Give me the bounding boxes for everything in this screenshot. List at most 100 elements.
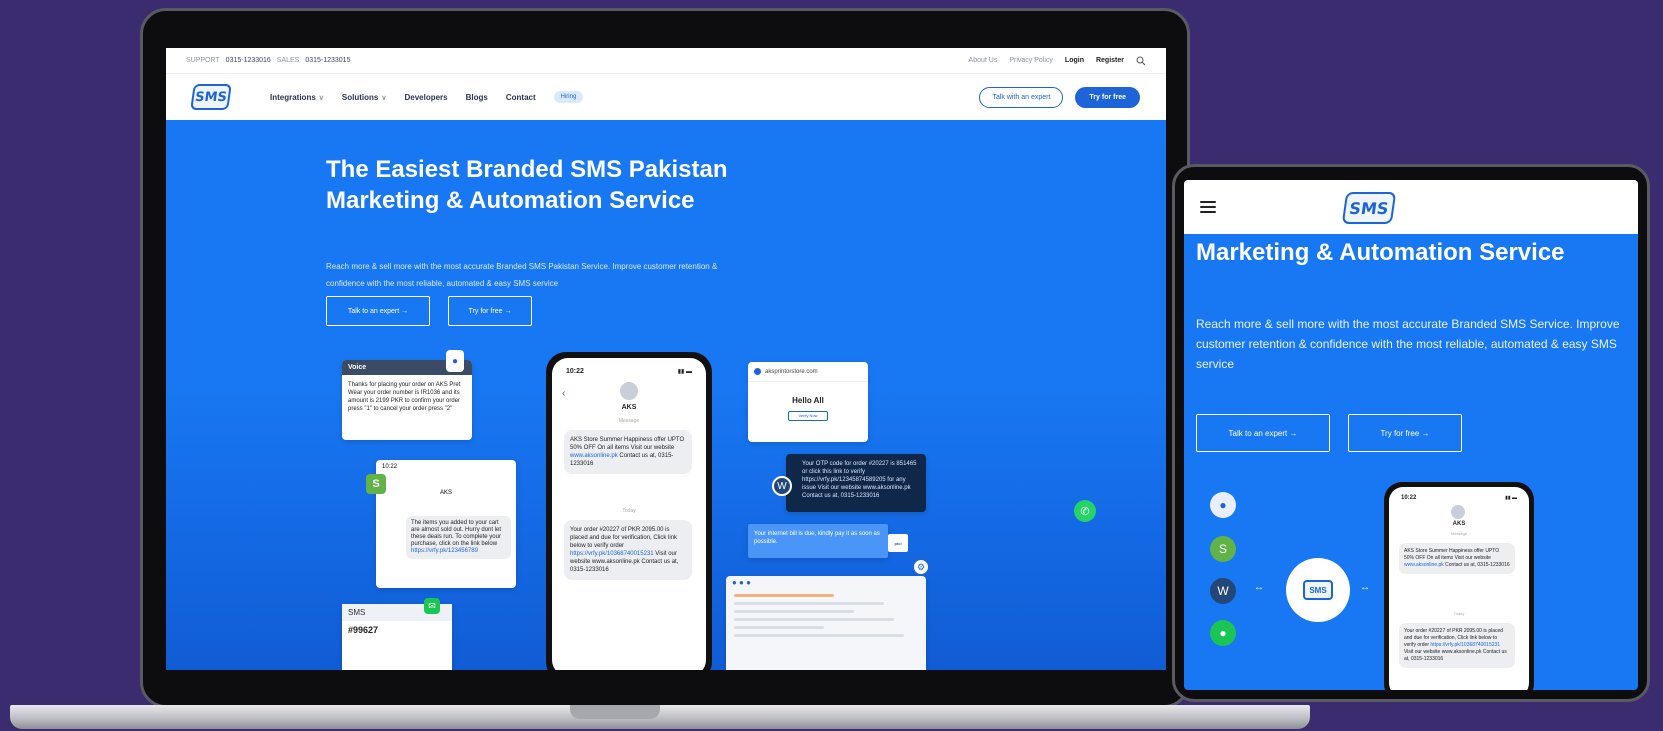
login-link[interactable]: Login xyxy=(1065,57,1084,64)
tablet-phone-mockup: 10:22 ▮▮ ▬ AKS Message AKS Store Summer … xyxy=(1384,482,1534,690)
whatsapp-icon[interactable]: ✆ xyxy=(1074,500,1096,522)
support-label: SUPPORT xyxy=(186,57,220,64)
domain-url: aksprintorstore.com xyxy=(765,368,818,375)
about-link[interactable]: About Us xyxy=(969,57,998,64)
chat-link[interactable]: https://vrfy.pk/123456789 xyxy=(411,548,478,554)
wordpress-icon: W xyxy=(1210,578,1236,604)
chevron-down-icon: ∨ xyxy=(318,94,324,102)
avatar xyxy=(620,382,638,400)
avatar xyxy=(1451,505,1465,519)
signal-icon: ▮▮ ▬ xyxy=(677,369,692,375)
tablet-try-free-button[interactable]: Try for free → xyxy=(1348,414,1462,452)
nav-developers[interactable]: Developers xyxy=(404,93,447,102)
tablet-navbar: SMS xyxy=(1184,180,1638,234)
phone-message-1-link[interactable]: www.aksonline.pk xyxy=(570,453,618,459)
voice-card: Voice Thanks for placing your order on A… xyxy=(342,360,472,440)
api-icon: ⚙ xyxy=(912,558,930,576)
tablet-phone-message-1: AKS Store Summer Happiness offer UPTO 50… xyxy=(1399,543,1515,574)
bill-card: Your internet bill is due, kindly pay it… xyxy=(748,524,888,558)
phone-stamp-2: Today xyxy=(622,508,636,514)
tablet-talk-expert-button[interactable]: Talk to an expert → xyxy=(1196,414,1330,452)
chat-bubble-icon: ● xyxy=(1210,620,1236,646)
laptop-screen: SUPPORT 0315-1233016 SALES 0315-1233015 … xyxy=(166,48,1166,670)
tablet-hero-subtitle: Reach more & sell more with the most acc… xyxy=(1196,317,1620,371)
tablet-phone-message-2-link[interactable]: https://vrfy.pk/10368740015231 xyxy=(1430,642,1500,648)
privacy-link[interactable]: Privacy Policy xyxy=(1009,57,1053,64)
phone-contact: AKS xyxy=(621,404,637,411)
search-icon[interactable] xyxy=(1136,56,1146,66)
ptcl-logo: ptcl xyxy=(888,534,908,552)
arrow-icon: ↔ xyxy=(1360,582,1370,593)
support-number[interactable]: 0315-1233016 xyxy=(226,57,271,64)
voice-card-text: Thanks for placing your order on AKS Pre… xyxy=(348,382,461,412)
domain-card: aksprintorstore.com Hello All Verify Now xyxy=(748,362,868,442)
talk-expert-button[interactable]: Talk with an expert xyxy=(979,86,1064,108)
tablet-phone-message-1-text: AKS Store Summer Happiness offer UPTO 50… xyxy=(1404,548,1500,561)
code-line xyxy=(734,634,904,637)
nav-solutions-label: Solutions xyxy=(341,92,379,102)
tablet-screen: SMS Marketing & Automation Service Reach… xyxy=(1184,180,1638,690)
chat-text: The items you added to your cart are alm… xyxy=(411,520,502,547)
code-line xyxy=(734,626,824,629)
nav-links: Integrations ∨ Solutions ∨ Developers Blog… xyxy=(270,91,584,103)
tablet-phone-time: 10:22 xyxy=(1401,495,1417,501)
chat-bubble: The items you added to your cart are alm… xyxy=(406,516,511,559)
wordpress-icon: W xyxy=(772,476,792,496)
support-bar: SUPPORT 0315-1233016 SALES 0315-1233015 … xyxy=(166,48,1166,74)
microphone-icon: ● xyxy=(1210,492,1236,518)
sales-number[interactable]: 0315-1233015 xyxy=(305,57,350,64)
window-dots-icon: ● ● ● xyxy=(732,578,751,587)
hero-try-free-button[interactable]: Try for free → xyxy=(448,296,532,326)
tablet-phone-message-2: Your order #20227 of PKR 2095.00 is plac… xyxy=(1399,623,1515,668)
arrow-icon: ↔ xyxy=(1254,582,1264,593)
phone-message-2: Your order #20227 of PKR 2095.00 is plac… xyxy=(564,520,692,580)
code-line xyxy=(734,594,834,597)
back-icon[interactable]: ‹ xyxy=(562,388,565,399)
hero-talk-expert-button[interactable]: Talk to an expert → xyxy=(326,296,430,326)
domain-hello: Hello All xyxy=(792,396,824,405)
signal-icon: ▮▮ ▬ xyxy=(1505,495,1517,501)
phone-mockup: 10:22 ▮▮ ▬ ‹ AKS Message AKS Store Summe… xyxy=(546,352,712,670)
phone-message-1-text: AKS Store Summer Happiness offer UPTO 50… xyxy=(570,437,685,451)
phone-stamp-1: Message xyxy=(618,418,640,424)
sms-card-number: #99627 xyxy=(348,625,379,635)
nav-solutions[interactable]: Solutions ∨ xyxy=(342,93,387,102)
shopify-icon: S xyxy=(366,474,386,494)
hamburger-line xyxy=(1200,201,1216,203)
phone-message-1: AKS Store Summer Happiness offer UPTO 50… xyxy=(564,430,692,474)
otp-card: Your OTP code for order #20227 is 851465… xyxy=(786,454,926,512)
main-navbar: SMS Integrations ∨ Solutions ∨ Developers … xyxy=(166,74,1166,120)
shopify-icon: S xyxy=(1210,536,1236,562)
cart-chat-card: 10:22 AKS The items you added to your ca… xyxy=(376,460,516,588)
register-link[interactable]: Register xyxy=(1096,57,1124,64)
laptop-notch xyxy=(570,705,660,719)
tablet-phone-message-1-tail: Contact us at, 0315-1233016 xyxy=(1445,562,1510,568)
code-line xyxy=(734,602,884,605)
verify-button[interactable]: Verify Now xyxy=(788,411,828,421)
hiring-badge[interactable]: Hiring xyxy=(553,91,584,103)
laptop-base xyxy=(10,705,1310,729)
nav-integrations-label: Integrations xyxy=(270,92,316,102)
phone-message-2-link[interactable]: https://vrfy.pk/10368740015231 xyxy=(570,551,654,557)
try-free-button[interactable]: Try for free xyxy=(1075,86,1140,108)
hub-sms-logo: SMS xyxy=(1303,580,1333,600)
tablet-phone-message-2-tail: Visit our website www.aksonline.pk Conta… xyxy=(1404,649,1507,662)
nav-blogs[interactable]: Blogs xyxy=(466,93,488,102)
hamburger-menu-icon[interactable] xyxy=(1200,201,1216,213)
nav-contact[interactable]: Contact xyxy=(506,93,536,102)
tablet-sms-logo[interactable]: SMS xyxy=(1341,192,1397,224)
tablet-phone-contact: AKS xyxy=(1452,521,1466,527)
tablet-phone-screen: 10:22 ▮▮ ▬ AKS Message AKS Store Summer … xyxy=(1389,487,1529,690)
sms-logo[interactable]: SMS xyxy=(190,84,232,110)
sales-label: SALES xyxy=(276,57,300,64)
globe-icon xyxy=(754,368,761,375)
hamburger-line xyxy=(1200,211,1216,213)
chevron-down-icon: ∨ xyxy=(381,94,387,102)
nav-integrations[interactable]: Integrations ∨ xyxy=(270,93,324,102)
tablet-hero-title: Marketing & Automation Service xyxy=(1196,239,1565,266)
code-line xyxy=(734,618,894,621)
chat-contact-name: AKS xyxy=(439,490,452,496)
nav-actions: Talk with an expert Try for free xyxy=(979,86,1140,108)
tablet-phone-message-1-link[interactable]: www.aksonline.pk xyxy=(1404,562,1444,568)
hero-title: The Easiest Branded SMS Pakistan Marketi… xyxy=(326,156,728,214)
